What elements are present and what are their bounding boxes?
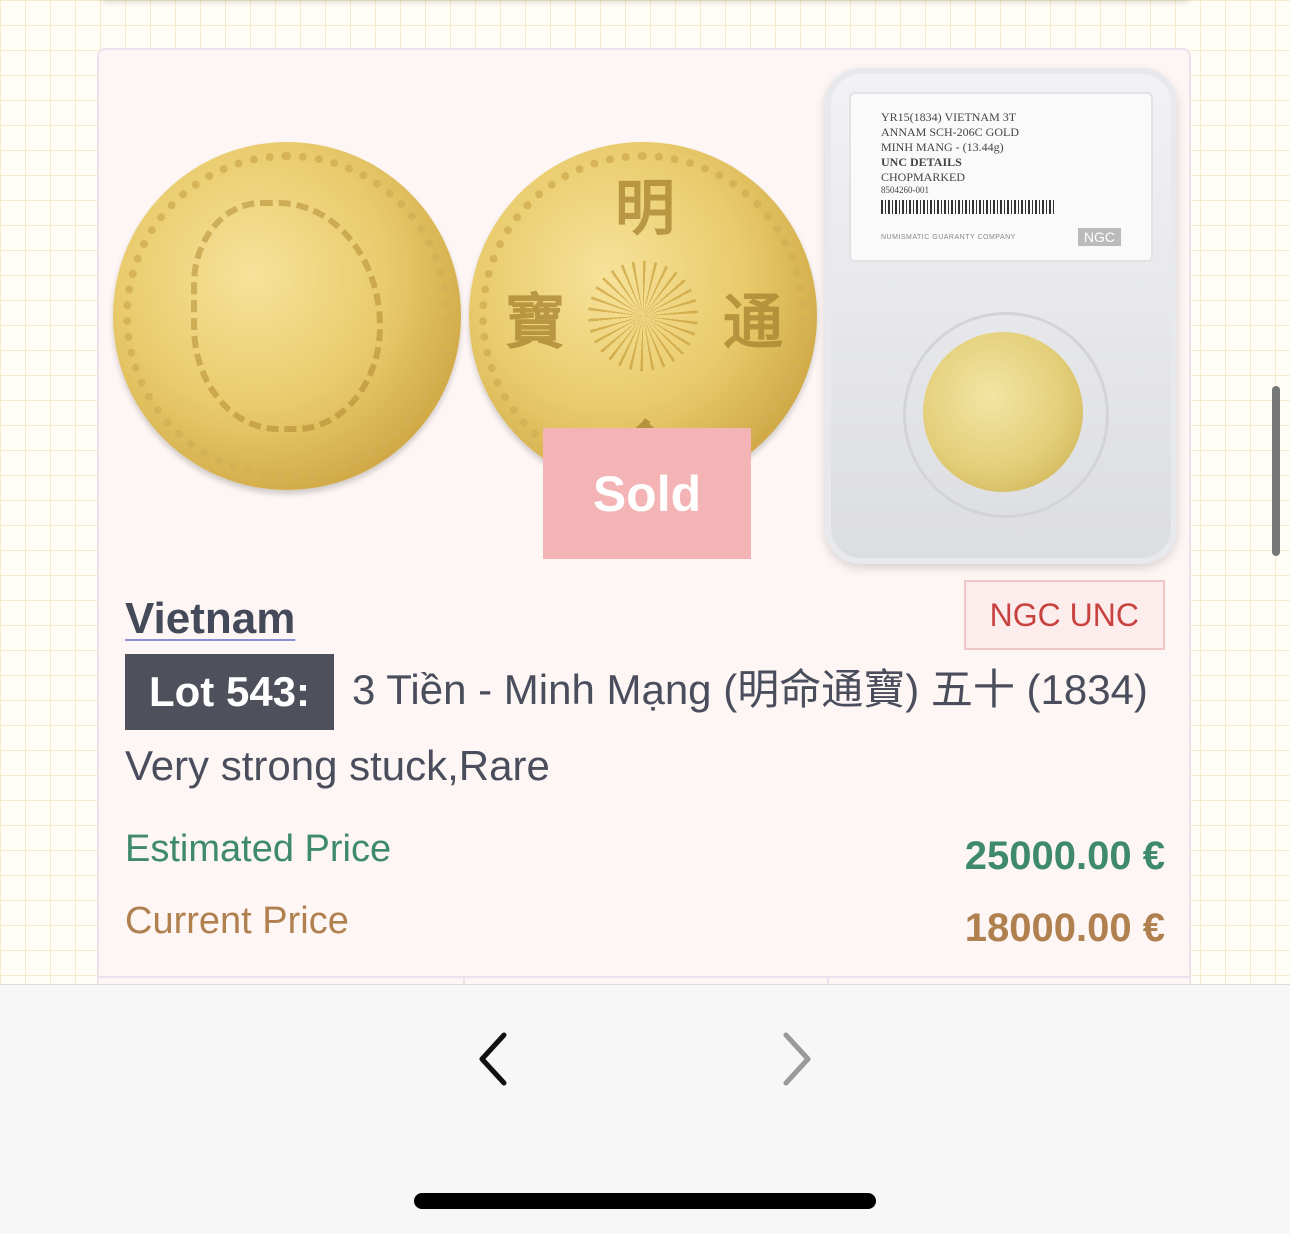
chevron-left-icon xyxy=(479,1032,507,1086)
dragon-motif xyxy=(191,200,383,432)
slab-line-2: ANNAM SCH-206C GOLD xyxy=(881,125,1020,139)
forward-button[interactable] xyxy=(766,1029,826,1089)
slab-line-6: 8504260-001 xyxy=(881,185,929,195)
coin-char-left: 寶 xyxy=(505,288,565,358)
lot-title[interactable]: Lot 543: 3 Tiền - Minh Mạng (明命通寶) 五十 (18… xyxy=(125,654,1169,802)
coin-char-right: 通 xyxy=(723,288,783,358)
slab-line-4: UNC DETAILS xyxy=(881,155,962,169)
slab-coin xyxy=(923,332,1083,492)
lot-card[interactable]: 明 寶 通 命 YR15(1834) VIETNAM 3T ANNAM SCH-… xyxy=(97,48,1191,1008)
slab-barcode xyxy=(881,200,1056,214)
country-link[interactable]: Vietnam xyxy=(125,594,295,644)
slab-label: YR15(1834) VIETNAM 3T ANNAM SCH-206C GOL… xyxy=(849,92,1153,262)
estimated-price-label: Estimated Price xyxy=(125,828,392,870)
coin-char-top: 明 xyxy=(615,174,675,244)
chevron-right-icon xyxy=(783,1032,811,1086)
back-button[interactable] xyxy=(464,1029,524,1089)
slab-line-5: CHOPMARKED xyxy=(881,170,966,184)
slab-company: NUMISMATIC GUARANTY COMPANY xyxy=(881,233,1016,241)
scrollbar[interactable] xyxy=(1272,386,1280,556)
sun-motif xyxy=(588,261,698,371)
estimated-price-value: 25000.00 € xyxy=(964,834,1165,878)
lot-number-badge: Lot 543: xyxy=(125,654,335,730)
grade-badge: NGC UNC xyxy=(963,580,1165,650)
browser-toolbar xyxy=(0,984,1290,1234)
home-indicator[interactable] xyxy=(414,1193,876,1209)
coin-obverse-image[interactable] xyxy=(113,142,461,490)
current-price-label: Current Price xyxy=(125,900,349,942)
slab-line-3: MINH MANG - (13.44g) xyxy=(881,140,1004,154)
ngc-slab-image[interactable]: YR15(1834) VIETNAM 3T ANNAM SCH-206C GOL… xyxy=(825,68,1177,564)
sold-badge: Sold xyxy=(543,428,751,559)
card-action-divider xyxy=(99,976,1189,978)
lot-images[interactable]: 明 寶 通 命 YR15(1834) VIETNAM 3T ANNAM SCH-… xyxy=(99,50,1189,580)
slab-line-1: YR15(1834) VIETNAM 3T xyxy=(881,110,1017,124)
current-price-value: 18000.00 € xyxy=(964,906,1165,950)
ngc-logo: NGC xyxy=(1077,228,1121,246)
